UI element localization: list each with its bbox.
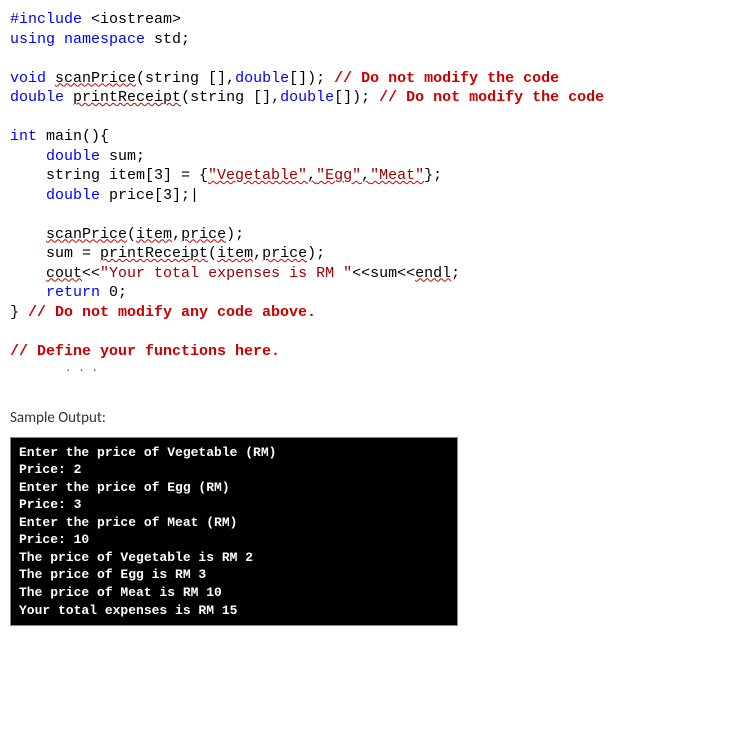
keyword-void: void	[10, 70, 46, 87]
fn-scanprice: scanPrice	[55, 70, 136, 87]
fn-printreceipt: printReceipt	[73, 89, 181, 106]
comment: // Do not modify the code	[334, 70, 559, 87]
ellipsis-dots: . . .	[65, 361, 730, 379]
sample-output-header: Sample Output:	[10, 409, 730, 427]
terminal-output: Enter the price of Vegetable (RM) Price:…	[10, 437, 458, 626]
comment-define: // Define your functions here.	[10, 343, 280, 360]
keyword-using: using	[10, 31, 55, 48]
preproc: #include	[10, 11, 82, 28]
code-editor: #include <iostream> using namespace std;…	[10, 10, 730, 361]
